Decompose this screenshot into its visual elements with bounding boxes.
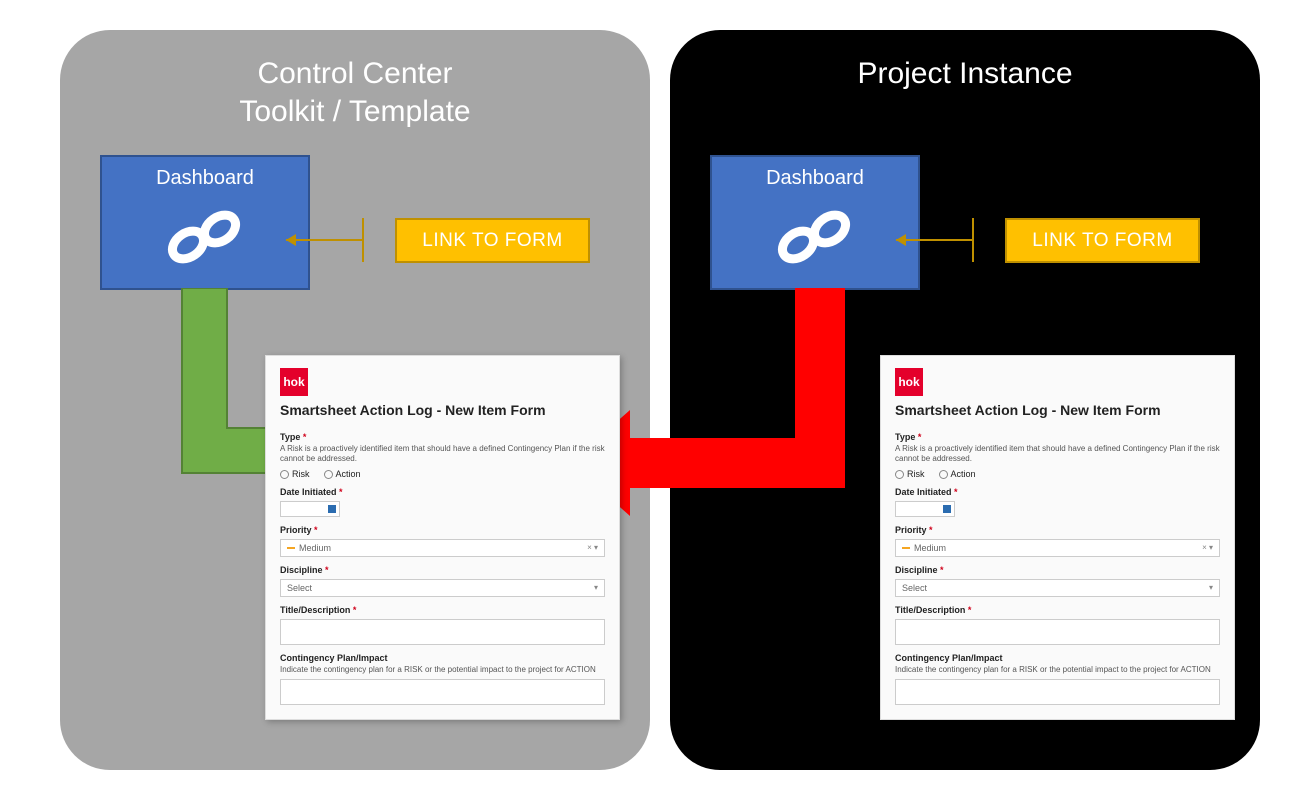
form-card-template: hok Smartsheet Action Log - New Item For… bbox=[265, 355, 620, 720]
link-to-form-badge-template: LINK TO FORM bbox=[395, 218, 590, 263]
discipline-label: Discipline * bbox=[280, 565, 605, 575]
link-to-form-badge-instance: LINK TO FORM bbox=[1005, 218, 1200, 263]
type-help: A Risk is a proactively identified item … bbox=[895, 444, 1220, 465]
contingency-label: Contingency Plan/Impact bbox=[280, 653, 605, 663]
dashboard-label: Dashboard bbox=[712, 167, 918, 190]
title-line-2: Toolkit / Template bbox=[239, 95, 470, 128]
priority-label: Priority * bbox=[895, 525, 1220, 535]
contingency-label: Contingency Plan/Impact bbox=[895, 653, 1220, 663]
radio-risk[interactable]: Risk bbox=[280, 469, 310, 479]
contingency-help: Indicate the contingency plan for a RISK… bbox=[895, 665, 1220, 675]
contingency-help: Indicate the contingency plan for a RISK… bbox=[280, 665, 605, 675]
title-description-label: Title/Description * bbox=[895, 605, 1220, 615]
chain-link-icon bbox=[770, 207, 860, 267]
title-description-input[interactable] bbox=[895, 619, 1220, 645]
date-initiated-label: Date Initiated * bbox=[280, 487, 605, 497]
form-card-instance: hok Smartsheet Action Log - New Item For… bbox=[880, 355, 1235, 720]
radio-action[interactable]: Action bbox=[324, 469, 361, 479]
radio-risk[interactable]: Risk bbox=[895, 469, 925, 479]
form-logo: hok bbox=[895, 368, 923, 396]
form-title: Smartsheet Action Log - New Item Form bbox=[895, 402, 1220, 418]
dashboard-label: Dashboard bbox=[102, 167, 308, 190]
title-line-1: Control Center bbox=[257, 57, 452, 90]
title-description-input[interactable] bbox=[280, 619, 605, 645]
date-initiated-label: Date Initiated * bbox=[895, 487, 1220, 497]
discipline-label: Discipline * bbox=[895, 565, 1220, 575]
date-initiated-input[interactable] bbox=[895, 501, 955, 517]
contingency-input[interactable] bbox=[895, 679, 1220, 705]
type-radio-group: Risk Action bbox=[280, 469, 605, 479]
type-radio-group: Risk Action bbox=[895, 469, 1220, 479]
type-help: A Risk is a proactively identified item … bbox=[280, 444, 605, 465]
dashboard-box-instance: Dashboard bbox=[710, 155, 920, 290]
radio-action[interactable]: Action bbox=[939, 469, 976, 479]
type-label: Type * bbox=[895, 432, 1220, 442]
link-badge-text: LINK TO FORM bbox=[1032, 230, 1172, 252]
dashboard-box-template: Dashboard bbox=[100, 155, 310, 290]
type-label: Type * bbox=[280, 432, 605, 442]
discipline-select[interactable]: Select ▾ bbox=[895, 579, 1220, 597]
priority-select[interactable]: Medium × ▾ bbox=[895, 539, 1220, 557]
discipline-select[interactable]: Select ▾ bbox=[280, 579, 605, 597]
control-center-title: Control Center Toolkit / Template bbox=[90, 55, 620, 130]
priority-select[interactable]: Medium × ▾ bbox=[280, 539, 605, 557]
title-description-label: Title/Description * bbox=[280, 605, 605, 615]
chain-link-icon bbox=[160, 207, 250, 267]
form-logo: hok bbox=[280, 368, 308, 396]
priority-label: Priority * bbox=[280, 525, 605, 535]
project-instance-title: Project Instance bbox=[700, 55, 1230, 93]
form-title: Smartsheet Action Log - New Item Form bbox=[280, 402, 605, 418]
contingency-input[interactable] bbox=[280, 679, 605, 705]
link-badge-text: LINK TO FORM bbox=[422, 230, 562, 252]
date-initiated-input[interactable] bbox=[280, 501, 340, 517]
